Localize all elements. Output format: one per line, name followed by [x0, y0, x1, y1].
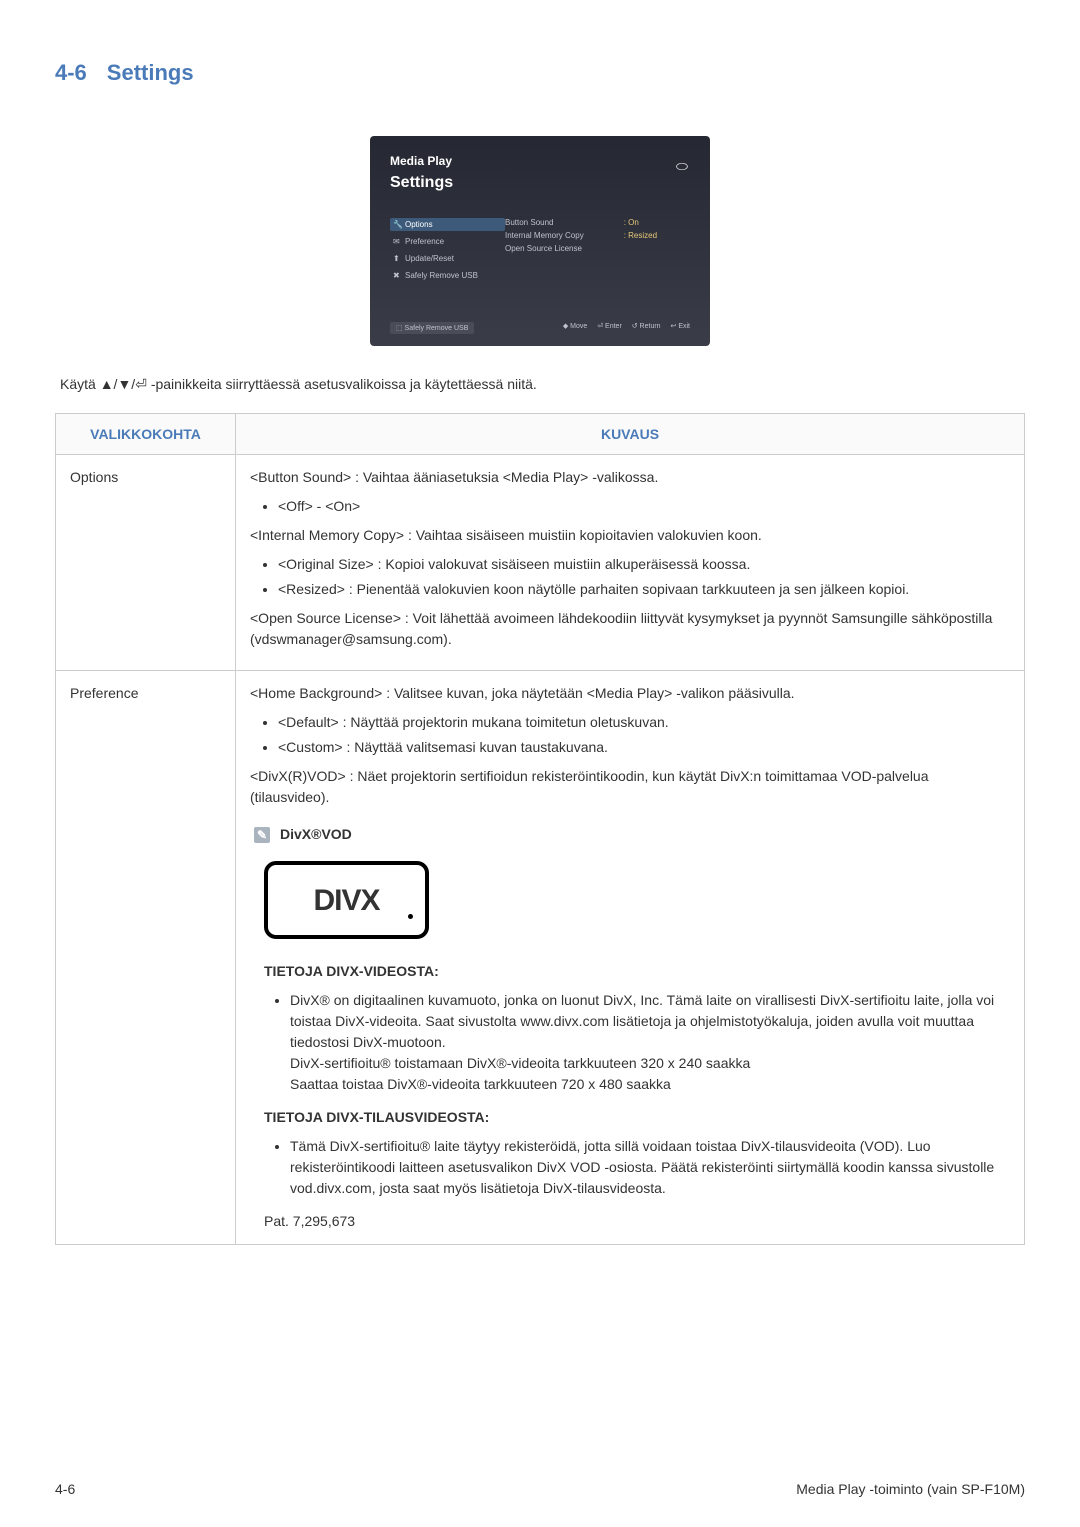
patent-text: Pat. 7,295,673	[264, 1211, 1010, 1232]
remove-icon: ✖	[393, 271, 401, 280]
footer-section: 4-6	[55, 1481, 75, 1497]
para: <DivX(R)VOD> : Näet projektorin sertifio…	[250, 766, 1010, 808]
sc-opt-label: Internal Memory Copy	[505, 231, 584, 240]
sc-menu-options: 🔧 Options	[390, 218, 505, 231]
list-item: <Default> : Näyttää projektorin mukana t…	[278, 712, 1010, 733]
logo-dot	[408, 914, 413, 919]
table-row: Preference <Home Background> : Valitsee …	[56, 671, 1025, 1245]
list-item: <Custom> : Näyttää valitsemasi kuvan tau…	[278, 737, 1010, 758]
para: <Internal Memory Copy> : Vaihtaa sisäise…	[250, 525, 1010, 546]
list-item: <Original Size> : Kopioi valokuvat sisäi…	[278, 554, 1010, 575]
sc-menu-preference: ✉ Preference	[390, 235, 505, 248]
sc-hint-return: ↺ Return	[632, 323, 661, 330]
subhead: TIETOJA DIVX-VIDEOSTA:	[264, 961, 1010, 982]
sc-title-mediaplay: Media Play	[390, 154, 690, 168]
intro-text: Käytä ▲/▼/⏎ -painikkeita siirryttäessä a…	[60, 376, 1025, 393]
sc-menu-removeusb: ✖ Safely Remove USB	[390, 269, 505, 282]
row-name-options: Options	[56, 455, 236, 671]
sc-options-values: : On : Resized	[624, 218, 657, 286]
sc-title-settings: Settings	[390, 174, 690, 192]
divx-logo: DIVX	[264, 861, 429, 939]
page-footer: 4-6 Media Play -toiminto (vain SP-F10M)	[55, 1481, 1025, 1497]
settings-screenshot: Media Play Settings ⬭ 🔧 Options ✉ Preferen…	[370, 136, 710, 346]
section-header: 4-6 Settings	[55, 60, 1025, 86]
sc-opt-label: Button Sound	[505, 218, 584, 227]
sc-menu: 🔧 Options ✉ Preference ⬆ Update/Reset ✖ Safe…	[390, 218, 505, 286]
list-item: DivX® on digitaalinen kuvamuoto, jonka o…	[290, 990, 1010, 1095]
intro-pre: Käytä	[60, 376, 100, 392]
th-valikkokohta: VALIKKOKOHTA	[56, 414, 236, 455]
subhead: TIETOJA DIVX-TILAUSVIDEOSTA:	[264, 1107, 1010, 1128]
info-row: ✎ DivX®VOD	[254, 824, 1010, 845]
sc-opt-value: : Resized	[624, 231, 657, 240]
row-desc-options: <Button Sound> : Vaihtaa ääniasetuksia <…	[236, 455, 1025, 671]
info-label: DivX®VOD	[280, 824, 352, 845]
row-name-preference: Preference	[56, 671, 236, 1245]
sc-opt-value: : On	[624, 218, 657, 227]
sc-hint-enter: ⏎ Enter	[597, 323, 622, 330]
usb-icon: ⬭	[676, 158, 688, 175]
sc-opt-label: Open Source License	[505, 244, 584, 253]
sc-hint-exit: ↩ Exit	[671, 323, 690, 330]
intro-post: -painikkeita siirryttäessä asetusvalikoi…	[147, 376, 537, 392]
sc-bottom-left: ⬚ Safely Remove USB	[390, 322, 474, 334]
arrow-icons: ▲/▼/⏎	[100, 376, 147, 392]
section-number: 4-6	[55, 60, 87, 86]
list-item: <Resized> : Pienentää valokuvien koon nä…	[278, 579, 1010, 600]
th-kuvaus: KUVAUS	[236, 414, 1025, 455]
list-item: <Off> - <On>	[278, 496, 1010, 517]
sc-menu-label: Update/Reset	[405, 254, 454, 263]
description-table: VALIKKOKOHTA KUVAUS Options <Button Soun…	[55, 413, 1025, 1245]
divx-logo-text: DIVX	[313, 878, 379, 923]
sc-options-labels: Button Sound Internal Memory Copy Open S…	[505, 218, 584, 286]
list-item: Tämä DivX-sertifioitu® laite täytyy reki…	[290, 1136, 1010, 1199]
para: <Open Source License> : Voit lähettää av…	[250, 608, 1010, 650]
para: <Button Sound> : Vaihtaa ääniasetuksia <…	[250, 467, 1010, 488]
info-icon: ✎	[254, 827, 270, 843]
sc-menu-label: Options	[405, 220, 433, 229]
pref-icon: ✉	[393, 237, 401, 246]
sc-menu-label: Safely Remove USB	[405, 271, 478, 280]
row-desc-preference: <Home Background> : Valitsee kuvan, joka…	[236, 671, 1025, 1245]
table-row: Options <Button Sound> : Vaihtaa ääniase…	[56, 455, 1025, 671]
section-title: Settings	[107, 60, 194, 86]
update-icon: ⬆	[393, 254, 401, 263]
gear-icon: 🔧	[393, 220, 401, 229]
sc-bottom-right: ◆ Move ⏎ Enter ↺ Return ↩ Exit	[555, 322, 690, 334]
sc-hint-move: ◆ Move	[563, 323, 587, 330]
sc-menu-label: Preference	[405, 237, 444, 246]
footer-title: Media Play -toiminto (vain SP-F10M)	[796, 1481, 1025, 1497]
sc-menu-update: ⬆ Update/Reset	[390, 252, 505, 265]
para: <Home Background> : Valitsee kuvan, joka…	[250, 683, 1010, 704]
